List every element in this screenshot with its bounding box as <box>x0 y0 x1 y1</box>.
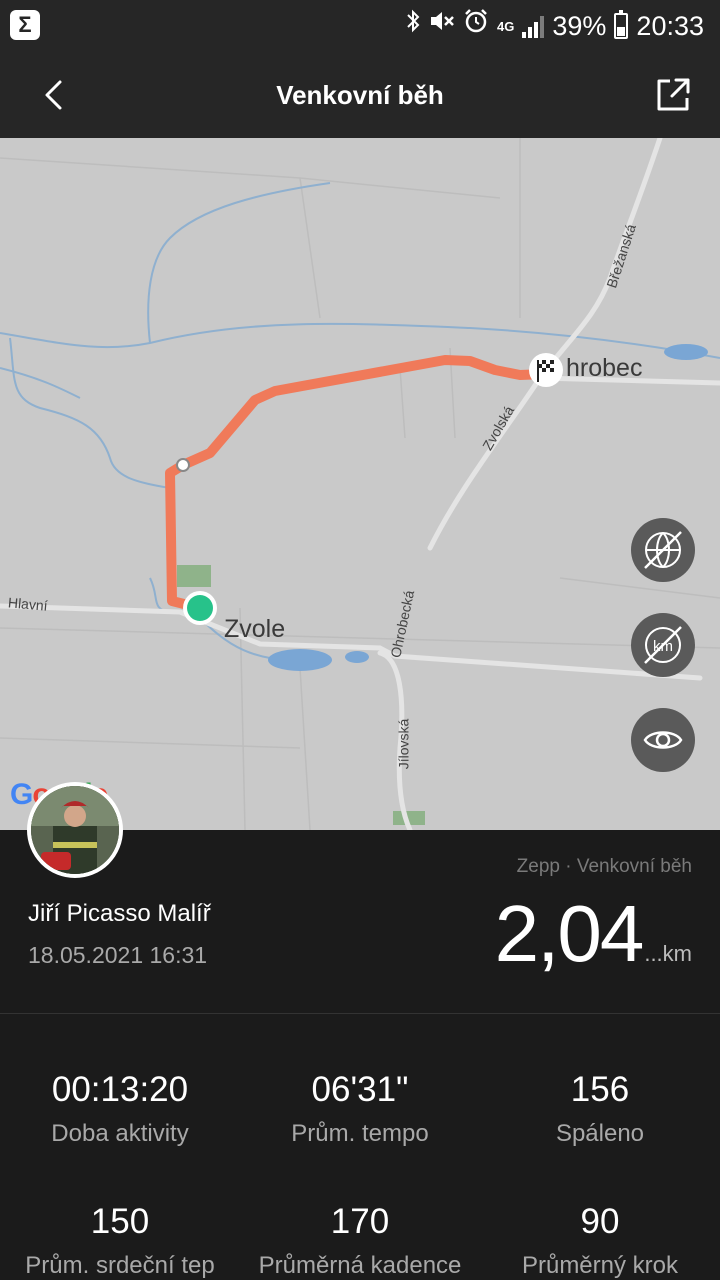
clock: 20:33 <box>636 11 704 41</box>
stat-label: Prům. tempo <box>291 1120 429 1147</box>
battery-fill <box>617 27 626 36</box>
distance: 2,04 ...km <box>495 888 692 980</box>
avatar[interactable] <box>27 782 123 878</box>
road-label: Hlavní <box>7 594 49 614</box>
share-external-icon <box>657 78 690 111</box>
stat-label: Prům. srdeční tep <box>25 1252 215 1279</box>
share-button[interactable] <box>648 70 698 120</box>
field-lines <box>0 138 720 830</box>
back-button[interactable] <box>30 70 80 120</box>
app-bar: Venkovní běh <box>0 52 720 138</box>
route-map[interactable]: Zvole hrobec Hlavní Zvolská Ohrobecká Jí… <box>0 138 720 830</box>
status-icons: 4G 39% 20:33 <box>405 8 704 44</box>
mute-icon <box>429 8 455 44</box>
chevron-left-icon <box>45 80 62 110</box>
road-label: Jílovská <box>395 718 412 770</box>
battery-percent: 39% <box>552 11 607 41</box>
4g-icon: 4G <box>497 18 515 34</box>
finish-flag-icon <box>529 353 563 387</box>
stat-value: 00:13:20 <box>51 1070 189 1109</box>
stat-value: 156 <box>570 1070 630 1109</box>
stat-label: Průměrná kadence <box>258 1252 462 1279</box>
place-label-finish: hrobec <box>566 354 643 382</box>
stat-value: 150 <box>90 1202 150 1241</box>
stat-avg-stride: 90 Průměrný krok <box>480 1202 720 1280</box>
alarm-icon <box>463 8 489 45</box>
pond <box>268 649 332 671</box>
battery-icon <box>614 10 629 39</box>
pond <box>664 344 708 360</box>
sigma-app-icon: Σ <box>10 10 40 40</box>
status-bar: Σ 4G 39% 20:33 <box>0 0 720 52</box>
bluetooth-icon <box>405 8 421 44</box>
roads <box>0 138 720 830</box>
stat-avg-pace: 06'31" Prům. tempo <box>240 1070 480 1148</box>
park-area <box>177 565 211 587</box>
workout-datetime: 18.05.2021 16:31 <box>28 942 208 968</box>
signal-icon <box>522 14 545 38</box>
map-canvas <box>0 138 720 830</box>
page-title: Venkovní běh <box>276 80 444 110</box>
km-markers-off-icon: km <box>644 626 682 664</box>
visibility-toggle-button[interactable] <box>631 708 695 772</box>
stat-label: Doba aktivity <box>51 1120 189 1147</box>
stat-avg-heart-rate: 150 Prům. srdeční tep <box>0 1202 240 1280</box>
stat-calories: 156 Spáleno <box>480 1070 720 1148</box>
place-label-start: Zvole <box>224 615 286 643</box>
start-marker <box>187 595 213 621</box>
map-type-off-icon <box>644 531 682 569</box>
stat-label: Průměrný krok <box>521 1252 679 1279</box>
distance-unit: ...km <box>644 941 692 966</box>
pond <box>345 651 369 663</box>
stat-avg-cadence: 170 Průměrná kadence <box>240 1202 480 1280</box>
km-marker-dot <box>176 458 190 472</box>
distance-value: 2,04 <box>494 889 645 978</box>
stat-duration: 00:13:20 Doba aktivity <box>0 1070 240 1148</box>
map-type-toggle-button[interactable] <box>631 518 695 582</box>
stat-value: 06'31" <box>311 1070 409 1109</box>
workout-source: Zepp · Venkovní běh <box>516 856 692 877</box>
visibility-icon <box>643 731 683 749</box>
stat-label: Spáleno <box>555 1120 645 1147</box>
stat-value: 170 <box>330 1202 390 1241</box>
stat-value: 90 <box>580 1202 620 1241</box>
stats-grid: 00:13:20 Doba aktivity 06'31" Prům. temp… <box>0 1014 720 1280</box>
avatar-photo <box>31 786 119 874</box>
km-markers-toggle-button[interactable]: km <box>631 613 695 677</box>
route-line <box>165 355 550 613</box>
user-name: Jiří Picasso Malíř <box>28 900 211 927</box>
